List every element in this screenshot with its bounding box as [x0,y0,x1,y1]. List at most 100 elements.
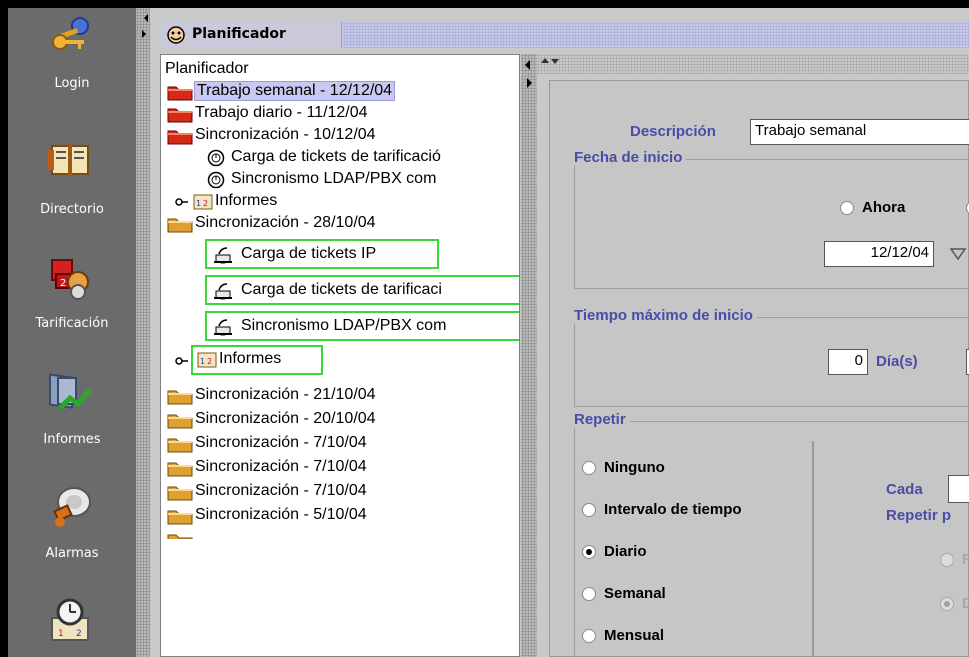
expand-right-icon[interactable] [527,78,532,88]
tree-node-job[interactable]: Trabajo diario - 11/12/04 [165,103,505,125]
job-details-form: Descripción Trabajo semanal Fecha de ini… [549,80,969,657]
expand-down-icon[interactable] [551,59,559,64]
sidebar-item-alarmas[interactable]: Alarmas [8,482,136,592]
repeat-option-label: Semanal [604,585,666,602]
cada-field[interactable] [948,475,969,503]
sidebar-item-label: Informes [43,432,101,447]
cada-label: Cada [886,481,923,498]
svg-text:2: 2 [76,629,82,639]
tree-node-task[interactable]: Carga de tickets IP [205,239,439,269]
sidebar-item-tarificacion[interactable]: 2 Tarificación [8,252,136,362]
tree-node-task[interactable]: Carga de tickets de tarificació [205,147,519,169]
collapse-up-icon[interactable] [541,58,549,63]
folder-orange-icon [167,534,193,539]
folder-orange-icon [167,414,193,429]
tree-node-task[interactable]: Sincronismo LDAP/PBX com [205,169,519,191]
descripcion-label: Descripción [630,123,716,140]
svg-text:1: 1 [58,629,64,639]
sidebar-item-label: Tarificación [35,316,109,331]
tree-node-job[interactable]: Sincronización - 20/10/04 [165,409,505,431]
repeat-option-label: Mensual [604,627,665,644]
tree-node-reports[interactable]: 12 Informes [175,345,495,375]
svg-text:1: 1 [200,357,205,366]
sidebar-item-more[interactable]: 1 2 [8,596,136,657]
folder-orange-icon [167,438,193,453]
collapse-left-icon[interactable] [525,60,530,70]
descripcion-field[interactable]: Trabajo semanal [750,119,969,145]
tree-node-label: Sincronización - 28/10/04 [195,214,376,231]
tree-node-job[interactable]: Sincronización - 28/10/04 [165,213,505,235]
ahora-radio[interactable] [840,201,854,215]
folder-orange-icon [167,486,193,501]
tree-node-label: Sincronización - 10/12/04 [195,126,376,143]
tree-node-job[interactable]: Sincronización - 7/10/04 [165,433,505,455]
tab-planificador[interactable]: Planificador [160,22,342,48]
book-icon [48,144,89,176]
folder-orange-icon [167,218,193,233]
svg-text:2: 2 [203,199,208,208]
sidebar-item-label: Directorio [40,202,104,217]
repetir-title: Repetir [574,411,630,428]
details-splitter[interactable] [537,54,969,74]
expander-key-icon[interactable] [175,354,189,368]
tree-node-label: Trabajo semanal - 12/12/04 [193,81,396,101]
tree-node-label: Sincronización - 21/10/04 [195,386,376,403]
folder-red-icon [167,130,193,145]
tree-node-task[interactable]: Sincronismo LDAP/PBX com [205,311,519,341]
tree-node-label: Sincronización - 7/10/04 [195,482,367,499]
repetir-por-option-1[interactable] [940,553,954,567]
sidebar-item-informes[interactable]: Informes [8,368,136,478]
repetir-por-option-1-label: F [962,551,969,568]
tree-node-task[interactable]: Carga de tickets de tarificaci [205,275,519,305]
sidebar-splitter[interactable] [136,8,150,657]
fecha-field[interactable]: 12/12/04 [824,241,934,267]
tree-node-job[interactable]: Sincronización - 21/10/04 [165,385,505,407]
tree-node-job[interactable]: Trabajo semanal - 12/12/04 [165,81,505,103]
tree-node-job[interactable]: Sincronización - 7/10/04 [165,457,505,479]
tree-node-label: Trabajo diario - 11/12/04 [195,104,368,121]
repeat-option-label: Intervalo de tiempo [604,501,742,518]
tree-node-label: Informes [219,350,282,367]
dias-field[interactable]: 0 [828,349,868,375]
repeat-option-diario[interactable] [582,545,596,559]
folder-red-icon [167,108,193,123]
sidebar-item-login[interactable]: Login [8,12,136,122]
tree-node-job[interactable]: Sincronización - 10/12/04 [165,125,505,147]
tree-node-label: Sincronización - 20/10/04 [195,410,376,427]
tarification-icon: 2 [51,259,89,300]
reports-icon [49,373,92,410]
collapse-left-icon[interactable] [140,14,148,22]
repetir-group [574,421,969,657]
tree-node-label: Sincronización - 7/10/04 [195,434,367,451]
repeat-option-label: Ninguno [604,459,665,476]
task-clock-icon [207,171,225,189]
tree-node-label: Sincronismo LDAP/PBX com [241,317,447,334]
sidebar-item-directorio[interactable]: Directorio [8,136,136,246]
tree-node-job[interactable]: Sincronización - 7/10/04 [165,481,505,503]
report-icon: 12 [197,352,217,368]
expander-key-icon[interactable] [175,195,189,209]
sidebar-item-label: Alarmas [45,546,99,561]
repetir-por-option-2-label: D [962,595,969,612]
repeat-option-ninguno[interactable] [582,461,596,475]
scheduler-icon [167,26,185,44]
repetir-por-option-2[interactable] [940,597,954,611]
tree-splitter[interactable] [521,54,537,657]
tree-root-label: Planificador [165,60,249,77]
scheduler-tree[interactable]: Planificador Trabajo semanal - 12/12/04 … [160,54,520,657]
fecha-inicio-group [574,159,969,289]
sidebar-item-label: Login [54,76,90,91]
calendar-dropdown-icon[interactable] [950,247,966,261]
tree-node-label: Carga de tickets de tarificaci [241,281,442,298]
application-window: Login Directorio 2 Tarificación Informes… [8,8,969,657]
report-icon: 12 [193,194,213,210]
tree-node-job-partial[interactable] [165,529,505,539]
repeat-option-intervalo[interactable] [582,503,596,517]
fecha-inicio-title: Fecha de inicio [574,149,687,166]
tree-node-job[interactable]: Sincronización - 5/10/04 [165,505,505,527]
repetir-por-label: Repetir p [886,507,952,524]
repeat-option-mensual[interactable] [582,629,596,643]
expand-right-icon[interactable] [142,30,146,38]
tree-node-reports[interactable]: 12 Informes [175,191,495,213]
repeat-option-semanal[interactable] [582,587,596,601]
